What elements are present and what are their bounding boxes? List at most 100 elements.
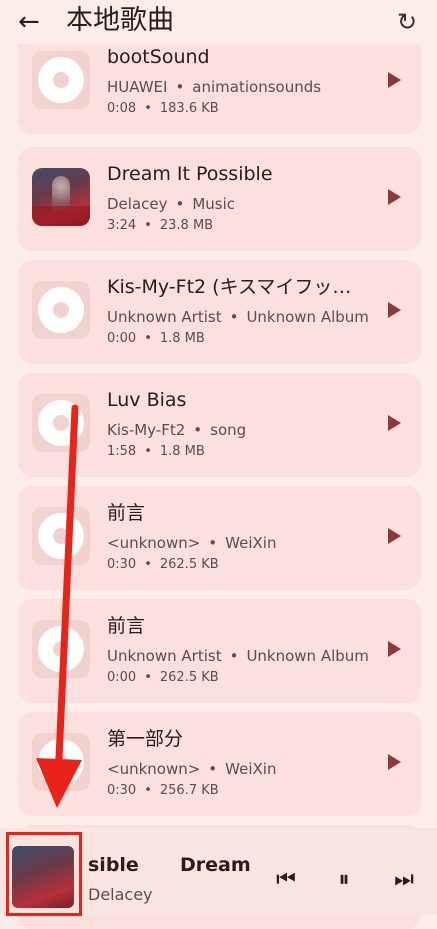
pause-icon[interactable]: ⏸	[330, 868, 358, 892]
song-size: 262.5 KB	[159, 557, 219, 572]
play-icon[interactable]	[388, 72, 401, 88]
song-duration: 0:30	[107, 783, 137, 798]
play-icon[interactable]	[388, 302, 401, 318]
song-duration: 0:00	[107, 670, 137, 685]
disc-shape	[38, 626, 84, 672]
music-disc-icon	[32, 281, 90, 339]
song-duration-size: 1:58 • 1.8 MB	[107, 443, 205, 461]
previous-track-icon[interactable]: ⏮	[272, 868, 300, 892]
song-duration-size: 0:00 • 1.8 MB	[107, 330, 205, 348]
song-artist: Unknown Artist	[107, 308, 222, 326]
song-title: Luv Bias	[107, 389, 187, 411]
disc-shape	[38, 739, 84, 785]
song-duration-size: 0:30 • 262.5 KB	[107, 556, 219, 574]
next-track-icon[interactable]: ⏭	[390, 868, 418, 892]
disc-shape	[38, 287, 84, 333]
play-icon[interactable]	[388, 641, 401, 657]
song-size: 1.8 MB	[159, 444, 205, 459]
back-arrow-icon[interactable]: ←	[18, 8, 48, 36]
mini-player[interactable]: sible Dream Delacey ⏮ ⏸ ⏭	[0, 828, 437, 916]
song-item[interactable]: 前言 Unknown Artist • Unknown Album 0:00 • 262.5…	[18, 599, 421, 703]
song-duration: 0:30	[107, 557, 137, 572]
song-artist: <unknown>	[107, 760, 201, 778]
play-icon[interactable]	[388, 415, 401, 431]
song-album: animationsounds	[192, 78, 322, 96]
disc-shape	[38, 513, 84, 559]
play-icon[interactable]	[388, 528, 401, 544]
song-duration-size: 3:24 • 23.8 MB	[107, 217, 213, 235]
song-duration-size: 0:08 • 183.6 KB	[107, 100, 219, 118]
disc-shape	[38, 400, 84, 446]
song-title: 前言	[107, 502, 146, 524]
song-artist-album: <unknown> • WeiXin	[107, 759, 377, 779]
song-duration-size: 0:00 • 262.5 KB	[107, 669, 219, 687]
song-album: WeiXin	[225, 534, 277, 552]
song-album: song	[210, 421, 247, 439]
separator-dot: •	[208, 760, 218, 778]
song-album: Unknown Album	[246, 647, 369, 665]
separator-dot: •	[144, 444, 152, 459]
song-size: 183.6 KB	[159, 101, 219, 116]
song-artist-album: <unknown> • WeiXin	[107, 533, 377, 553]
song-artist-album: Delacey • Music	[107, 194, 377, 214]
song-size: 256.7 KB	[159, 783, 219, 798]
song-album: Music	[192, 195, 236, 213]
song-item[interactable]: bootSound HUAWEI • animationsounds 0:08 • 183.…	[18, 30, 421, 134]
song-duration: 3:24	[107, 218, 137, 233]
separator-dot: •	[229, 647, 239, 665]
now-playing-artist: Delacey	[88, 885, 153, 904]
song-item[interactable]: Kis-My-Ft2 (キスマイフッ… Unknown Artist • Unknow…	[18, 260, 421, 364]
song-item[interactable]: Dream It Possible Delacey • Music 3:24 • 23.8 …	[18, 147, 421, 251]
separator-dot: •	[144, 557, 152, 572]
separator-dot: •	[144, 783, 152, 798]
song-size: 1.8 MB	[159, 331, 205, 346]
separator-dot: •	[193, 421, 203, 439]
song-duration: 1:58	[107, 444, 137, 459]
song-duration: 0:00	[107, 331, 137, 346]
music-disc-icon	[32, 620, 90, 678]
separator-dot: •	[144, 670, 152, 685]
song-item[interactable]: Luv Bias Kis-My-Ft2 • song 1:58 • 1.8 MB	[18, 373, 421, 477]
separator-dot: •	[175, 195, 185, 213]
song-title: bootSound	[107, 46, 210, 68]
song-title: Dream It Possible	[107, 163, 273, 185]
now-playing-title-part1: sible	[88, 854, 139, 876]
song-item[interactable]: 前言 <unknown> • WeiXin 0:30 • 262.5 KB	[18, 486, 421, 590]
top-bar: ← 本地歌曲 ↻	[0, 0, 437, 44]
song-artist-album: Unknown Artist • Unknown Album	[107, 307, 377, 327]
song-album: WeiXin	[225, 760, 277, 778]
page-title: 本地歌曲	[66, 5, 174, 36]
song-artist: Unknown Artist	[107, 647, 222, 665]
song-artist-album: Unknown Artist • Unknown Album	[107, 646, 377, 666]
separator-dot: •	[208, 534, 218, 552]
song-duration-size: 0:30 • 256.7 KB	[107, 782, 219, 800]
song-artist: HUAWEI	[107, 78, 168, 96]
refresh-icon[interactable]: ↻	[393, 8, 421, 36]
song-artist-album: Kis-My-Ft2 • song	[107, 420, 377, 440]
song-title: 前言	[107, 615, 146, 637]
music-disc-icon	[32, 507, 90, 565]
highlight-box	[6, 832, 82, 916]
song-size: 262.5 KB	[159, 670, 219, 685]
disc-shape	[38, 57, 84, 103]
music-disc-icon	[32, 394, 90, 452]
song-title: 第一部分	[107, 728, 184, 750]
play-icon[interactable]	[388, 189, 401, 205]
album-art	[32, 168, 90, 226]
song-title: Kis-My-Ft2 (キスマイフッ…	[107, 276, 352, 298]
music-disc-icon	[32, 51, 90, 109]
song-item[interactable]: 第一部分 <unknown> • WeiXin 0:30 • 256.7 KB	[18, 712, 421, 816]
song-artist: Kis-My-Ft2	[107, 421, 186, 439]
song-duration: 0:08	[107, 101, 137, 116]
song-list: bootSound HUAWEI • animationsounds 0:08 • 183.…	[0, 0, 437, 929]
song-artist-album: HUAWEI • animationsounds	[107, 77, 377, 97]
song-artist: <unknown>	[107, 534, 201, 552]
song-album: Unknown Album	[246, 308, 369, 326]
play-icon[interactable]	[388, 754, 401, 770]
separator-dot: •	[144, 218, 152, 233]
separator-dot: •	[144, 101, 152, 116]
song-size: 23.8 MB	[159, 218, 214, 233]
song-artist: Delacey	[107, 195, 168, 213]
separator-dot: •	[229, 308, 239, 326]
now-playing-title-part2: Dream	[180, 854, 251, 876]
